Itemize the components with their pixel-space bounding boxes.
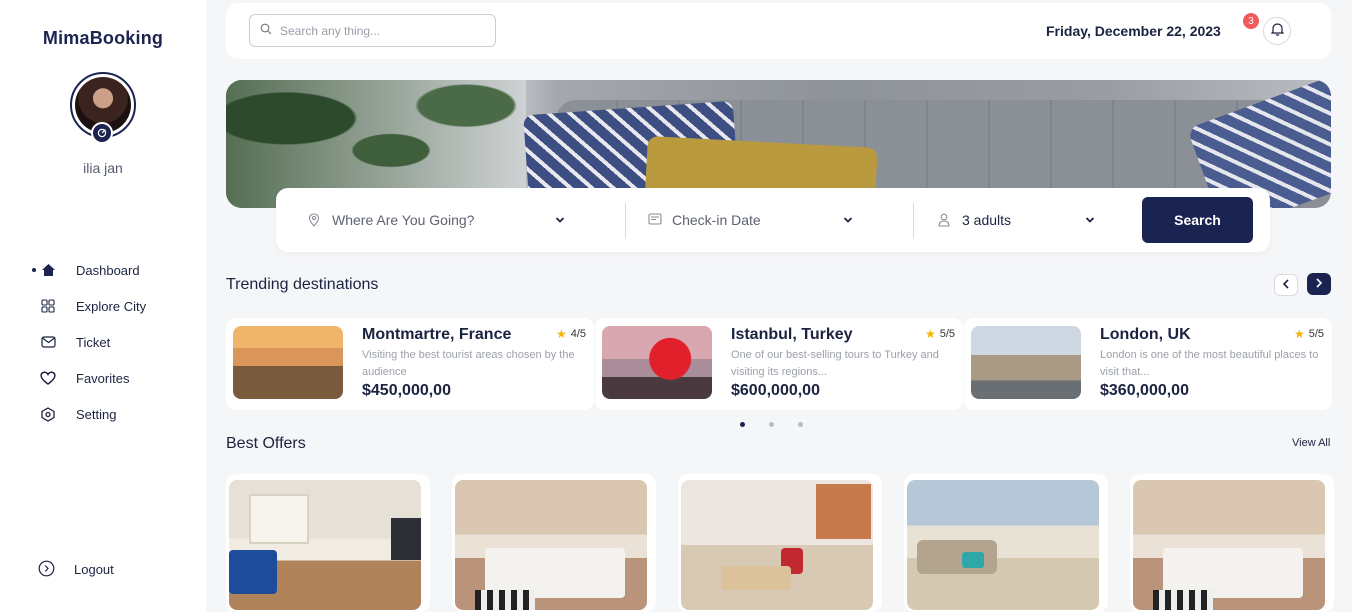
destination-name: Istanbul, Turkey <box>731 326 853 343</box>
offer-image <box>455 480 647 610</box>
top-bar: Friday, December 22, 2023 3 <box>226 3 1331 59</box>
booking-search-bar: Where Are You Going? Check-in Date 3 adu… <box>276 188 1270 252</box>
destination-description: Visiting the best tourist areas chosen b… <box>362 349 575 378</box>
checkin-date-select[interactable]: Check-in Date <box>648 188 878 252</box>
carousel-prev-button[interactable] <box>1274 274 1298 296</box>
field-divider <box>913 203 914 239</box>
brand-logo: MimaBooking <box>42 28 164 48</box>
sidebar: MimaBooking ilia jan Dashboard Explore C… <box>0 0 206 612</box>
rating-value: 5/5 <box>939 328 955 340</box>
destination-name: Montmartre, France <box>362 326 512 343</box>
destination-value: Where Are You Going? <box>332 212 475 228</box>
calendar-icon <box>648 213 662 227</box>
offers-title: Best Offers <box>226 435 306 452</box>
location-pin-icon <box>308 213 322 227</box>
person-icon <box>938 213 952 227</box>
logout-label: Logout <box>74 561 114 577</box>
pagination-dot[interactable] <box>740 422 745 427</box>
rating-value: 5/5 <box>1308 328 1324 340</box>
sidebar-item-label: Setting <box>76 406 117 422</box>
star-icon: ★ <box>1293 327 1305 341</box>
envelope-icon <box>40 334 56 350</box>
star-icon: ★ <box>924 327 936 341</box>
chevron-down-icon <box>554 214 566 226</box>
logout-button[interactable]: Logout <box>38 560 114 578</box>
search-box[interactable] <box>249 14 496 47</box>
destination-card[interactable]: Istanbul, Turkey ★ 5/5 One of our best-se… <box>595 318 963 410</box>
sidebar-item-label: Ticket <box>76 334 111 350</box>
edit-avatar-icon[interactable] <box>91 122 113 144</box>
destination-select[interactable]: Where Are You Going? <box>308 188 608 252</box>
carousel-pagination <box>740 422 803 427</box>
logout-icon <box>38 560 56 578</box>
bell-icon <box>1270 22 1284 41</box>
sidebar-item-label: Dashboard <box>76 262 140 278</box>
rating-value: 4/5 <box>570 328 586 340</box>
sidebar-item-favorites[interactable]: Favorites <box>0 360 206 396</box>
destination-card[interactable]: Montmartre, France ★ 4/5 Visiting the bes… <box>226 318 594 410</box>
offer-card[interactable] <box>226 474 430 612</box>
guests-value: 3 adults <box>962 212 1012 228</box>
pagination-dot[interactable] <box>769 422 774 427</box>
guests-select[interactable]: 3 adults <box>938 188 1108 252</box>
view-all-link[interactable]: View All <box>1292 437 1330 449</box>
offer-image <box>1133 480 1325 610</box>
offer-image <box>907 480 1099 610</box>
destination-price: $360,000,00 <box>1100 382 1189 399</box>
sidebar-item-explore-city[interactable]: Explore City <box>0 288 206 324</box>
chevron-right-icon <box>1315 275 1323 293</box>
heart-icon <box>40 370 56 386</box>
destination-price: $600,000,00 <box>731 382 820 399</box>
chevron-left-icon <box>1282 276 1290 294</box>
destination-image <box>602 326 712 399</box>
chevron-down-icon <box>1084 214 1096 226</box>
destination-description: One of our best-selling tours to Turkey … <box>731 349 939 378</box>
destination-card[interactable]: London, UK ★ 5/5 London is one of the mos… <box>964 318 1332 410</box>
settings-icon <box>40 406 56 422</box>
grid-icon <box>40 298 56 314</box>
offer-card[interactable] <box>678 474 882 612</box>
sidebar-item-dashboard[interactable]: Dashboard <box>0 252 206 288</box>
sidebar-item-label: Favorites <box>76 370 130 386</box>
active-indicator <box>32 268 36 272</box>
home-icon <box>40 262 56 278</box>
notification-badge: 3 <box>1243 13 1259 29</box>
checkin-value: Check-in Date <box>672 212 761 228</box>
trending-title: Trending destinations <box>226 276 379 293</box>
destination-name: London, UK <box>1100 326 1191 343</box>
offer-card[interactable] <box>904 474 1108 612</box>
offer-image <box>229 480 421 610</box>
search-button[interactable]: Search <box>1142 197 1253 243</box>
destination-price: $450,000,00 <box>362 382 451 399</box>
field-divider <box>625 203 626 239</box>
sidebar-item-setting[interactable]: Setting <box>0 396 206 432</box>
chevron-down-icon <box>842 214 854 226</box>
rating: ★ 5/5 <box>1294 327 1324 341</box>
offer-image <box>681 480 873 610</box>
sidebar-item-ticket[interactable]: Ticket <box>0 324 206 360</box>
offer-card[interactable] <box>452 474 656 612</box>
sidebar-item-label: Explore City <box>76 298 147 314</box>
star-icon: ★ <box>555 327 567 341</box>
rating: ★ 4/5 <box>556 327 586 341</box>
search-icon <box>260 22 272 40</box>
carousel-next-button[interactable] <box>1307 273 1331 295</box>
notifications-button[interactable] <box>1263 17 1291 45</box>
offer-card[interactable] <box>1130 474 1334 612</box>
destination-description: London is one of the most beautiful plac… <box>1100 349 1319 378</box>
rating: ★ 5/5 <box>925 327 955 341</box>
sidebar-nav: Dashboard Explore City Ticket Favorites … <box>0 252 206 432</box>
search-input[interactable] <box>280 23 480 38</box>
destination-image <box>233 326 343 399</box>
current-date: Friday, December 22, 2023 <box>1046 23 1221 39</box>
pagination-dot[interactable] <box>798 422 803 427</box>
username: ilia jan <box>83 160 123 176</box>
destination-image <box>971 326 1081 399</box>
